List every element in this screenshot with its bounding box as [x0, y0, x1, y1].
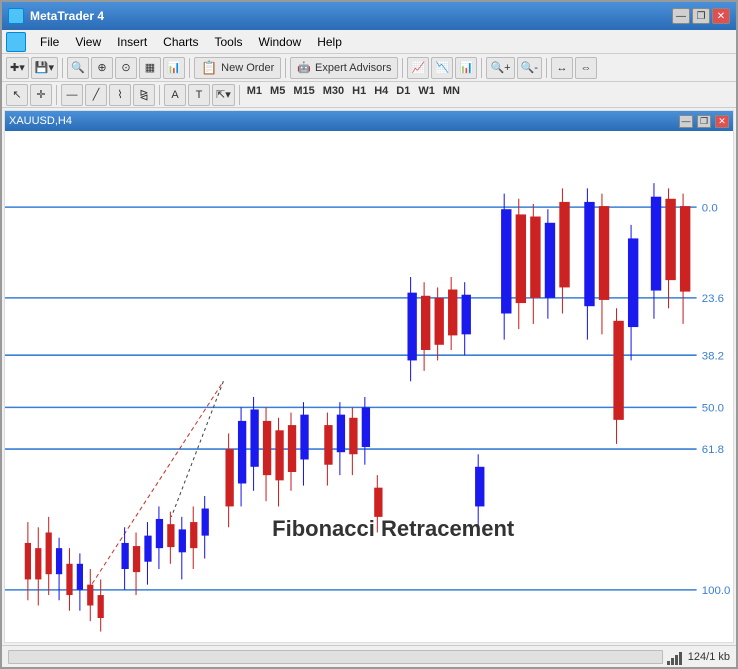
minimize-button[interactable]: —	[672, 8, 690, 24]
expert-label: Expert Advisors	[315, 62, 391, 74]
svg-text:23.6: 23.6	[702, 293, 724, 305]
sep-2	[189, 58, 190, 78]
crosshair-tool[interactable]: ✛	[30, 84, 52, 106]
arrow2-tool[interactable]: ⇱▾	[212, 84, 235, 106]
main-window: MetaTrader 4 — ❐ ✕ File View Insert Char…	[0, 0, 738, 669]
toolbar-btn-12[interactable]: ⇔	[575, 57, 597, 79]
sep-1	[62, 58, 63, 78]
timeframe-m30[interactable]: M30	[320, 85, 347, 105]
mdi-child-window: XAUUSD,H4 — ❐ ✕ 0.0 23.6	[5, 111, 733, 642]
restore-button[interactable]: ❐	[692, 8, 710, 24]
sep-4	[402, 58, 403, 78]
mdi-title-bar: XAUUSD,H4 — ❐ ✕	[5, 111, 733, 131]
menu-view[interactable]: View	[67, 33, 109, 51]
svg-text:61.8: 61.8	[702, 444, 724, 456]
text-tool[interactable]: A	[164, 84, 186, 106]
sep-3	[285, 58, 286, 78]
app-logo	[6, 32, 26, 52]
equidistant-tool[interactable]: ⧎	[133, 84, 155, 106]
sep-8	[159, 85, 160, 105]
title-bar: MetaTrader 4 — ❐ ✕	[2, 2, 736, 30]
timeframe-m15[interactable]: M15	[290, 85, 317, 105]
menu-bar: File View Insert Charts Tools Window Hel…	[2, 30, 736, 54]
timeframe-w1[interactable]: W1	[415, 85, 438, 105]
chart-svg: 0.0 23.6 38.2 50.0 61.8 100.0	[5, 131, 733, 642]
horizontal-scrollbar[interactable]	[8, 650, 663, 664]
expert-advisors-button[interactable]: 🤖 Expert Advisors	[290, 57, 398, 79]
sep-7	[56, 85, 57, 105]
toolbar-btn-10[interactable]: 📊	[455, 57, 477, 79]
chart-container: XAUUSD,H4 — ❐ ✕ 0.0 23.6	[4, 110, 734, 643]
hline-tool[interactable]: —	[61, 84, 83, 106]
menu-insert[interactable]: Insert	[109, 33, 155, 51]
status-info: 124/1 kb	[667, 649, 730, 665]
chart-area[interactable]: 0.0 23.6 38.2 50.0 61.8 100.0	[5, 131, 733, 642]
toolbar-btn-3[interactable]: 🔍	[67, 57, 89, 79]
svg-text:0.0: 0.0	[702, 202, 718, 214]
close-button[interactable]: ✕	[712, 8, 730, 24]
expert-icon: 🤖	[297, 61, 311, 74]
title-bar-buttons: — ❐ ✕	[672, 8, 730, 24]
toolbar-btn-9[interactable]: 📉	[431, 57, 453, 79]
arrow-tool[interactable]: ↖	[6, 84, 28, 106]
status-bar: 124/1 kb	[2, 645, 736, 667]
toolbar-btn-5[interactable]: ⊙	[115, 57, 137, 79]
timeframe-h1[interactable]: H1	[349, 85, 369, 105]
toolbar-btn-2[interactable]: 💾▾	[31, 57, 58, 79]
signal-icon	[667, 649, 682, 665]
timeframe-h4[interactable]: H4	[371, 85, 391, 105]
toolbar-btn-4[interactable]: ⊕	[91, 57, 113, 79]
svg-text:50.0: 50.0	[702, 403, 724, 415]
timeframe-m5[interactable]: M5	[267, 85, 288, 105]
new-order-button[interactable]: 📋 New Order	[194, 57, 281, 79]
menu-tools[interactable]: Tools	[207, 33, 251, 51]
svg-text:100.0: 100.0	[702, 585, 731, 597]
mdi-minimize[interactable]: —	[679, 115, 693, 128]
sep-9	[239, 85, 240, 105]
menu-window[interactable]: Window	[251, 33, 310, 51]
mdi-close[interactable]: ✕	[715, 115, 729, 128]
toolbar-btn-7[interactable]: 📊	[163, 57, 185, 79]
toolbar-btn-1[interactable]: ✚▾	[6, 57, 29, 79]
toolbar-btn-11[interactable]: ↔	[551, 57, 573, 79]
toolbar-main: ✚▾ 💾▾ 🔍 ⊕ ⊙ ▦ 📊 📋 New Order 🤖 Expert Adv…	[2, 54, 736, 82]
mdi-restore[interactable]: ❐	[697, 115, 711, 128]
mdi-title-text: XAUUSD,H4	[9, 115, 675, 127]
timeframe-d1[interactable]: D1	[393, 85, 413, 105]
menu-help[interactable]: Help	[309, 33, 350, 51]
draw-tool[interactable]: ⌇	[109, 84, 131, 106]
toolbar-btn-8[interactable]: 📈	[407, 57, 429, 79]
sep-5	[481, 58, 482, 78]
sep-6	[546, 58, 547, 78]
zoom-in-button[interactable]: 🔍+	[486, 57, 514, 79]
trendline-tool[interactable]: ╱	[85, 84, 107, 106]
window-title: MetaTrader 4	[30, 9, 666, 23]
toolbar-btn-6[interactable]: ▦	[139, 57, 161, 79]
zoom-out-button[interactable]: 🔍-	[517, 57, 542, 79]
text2-tool[interactable]: T	[188, 84, 210, 106]
toolbar-drawing: ↖ ✛ — ╱ ⌇ ⧎ A T ⇱▾ M1 M5 M15 M30 H1 H4 D…	[2, 82, 736, 108]
status-text: 124/1 kb	[688, 651, 730, 663]
timeframe-mn[interactable]: MN	[440, 85, 463, 105]
menu-file[interactable]: File	[32, 33, 67, 51]
timeframe-m1[interactable]: M1	[244, 85, 265, 105]
menu-charts[interactable]: Charts	[155, 33, 206, 51]
svg-text:38.2: 38.2	[702, 350, 724, 362]
new-order-icon: 📋	[201, 60, 217, 76]
new-order-label: New Order	[221, 62, 274, 74]
app-icon	[8, 8, 24, 24]
